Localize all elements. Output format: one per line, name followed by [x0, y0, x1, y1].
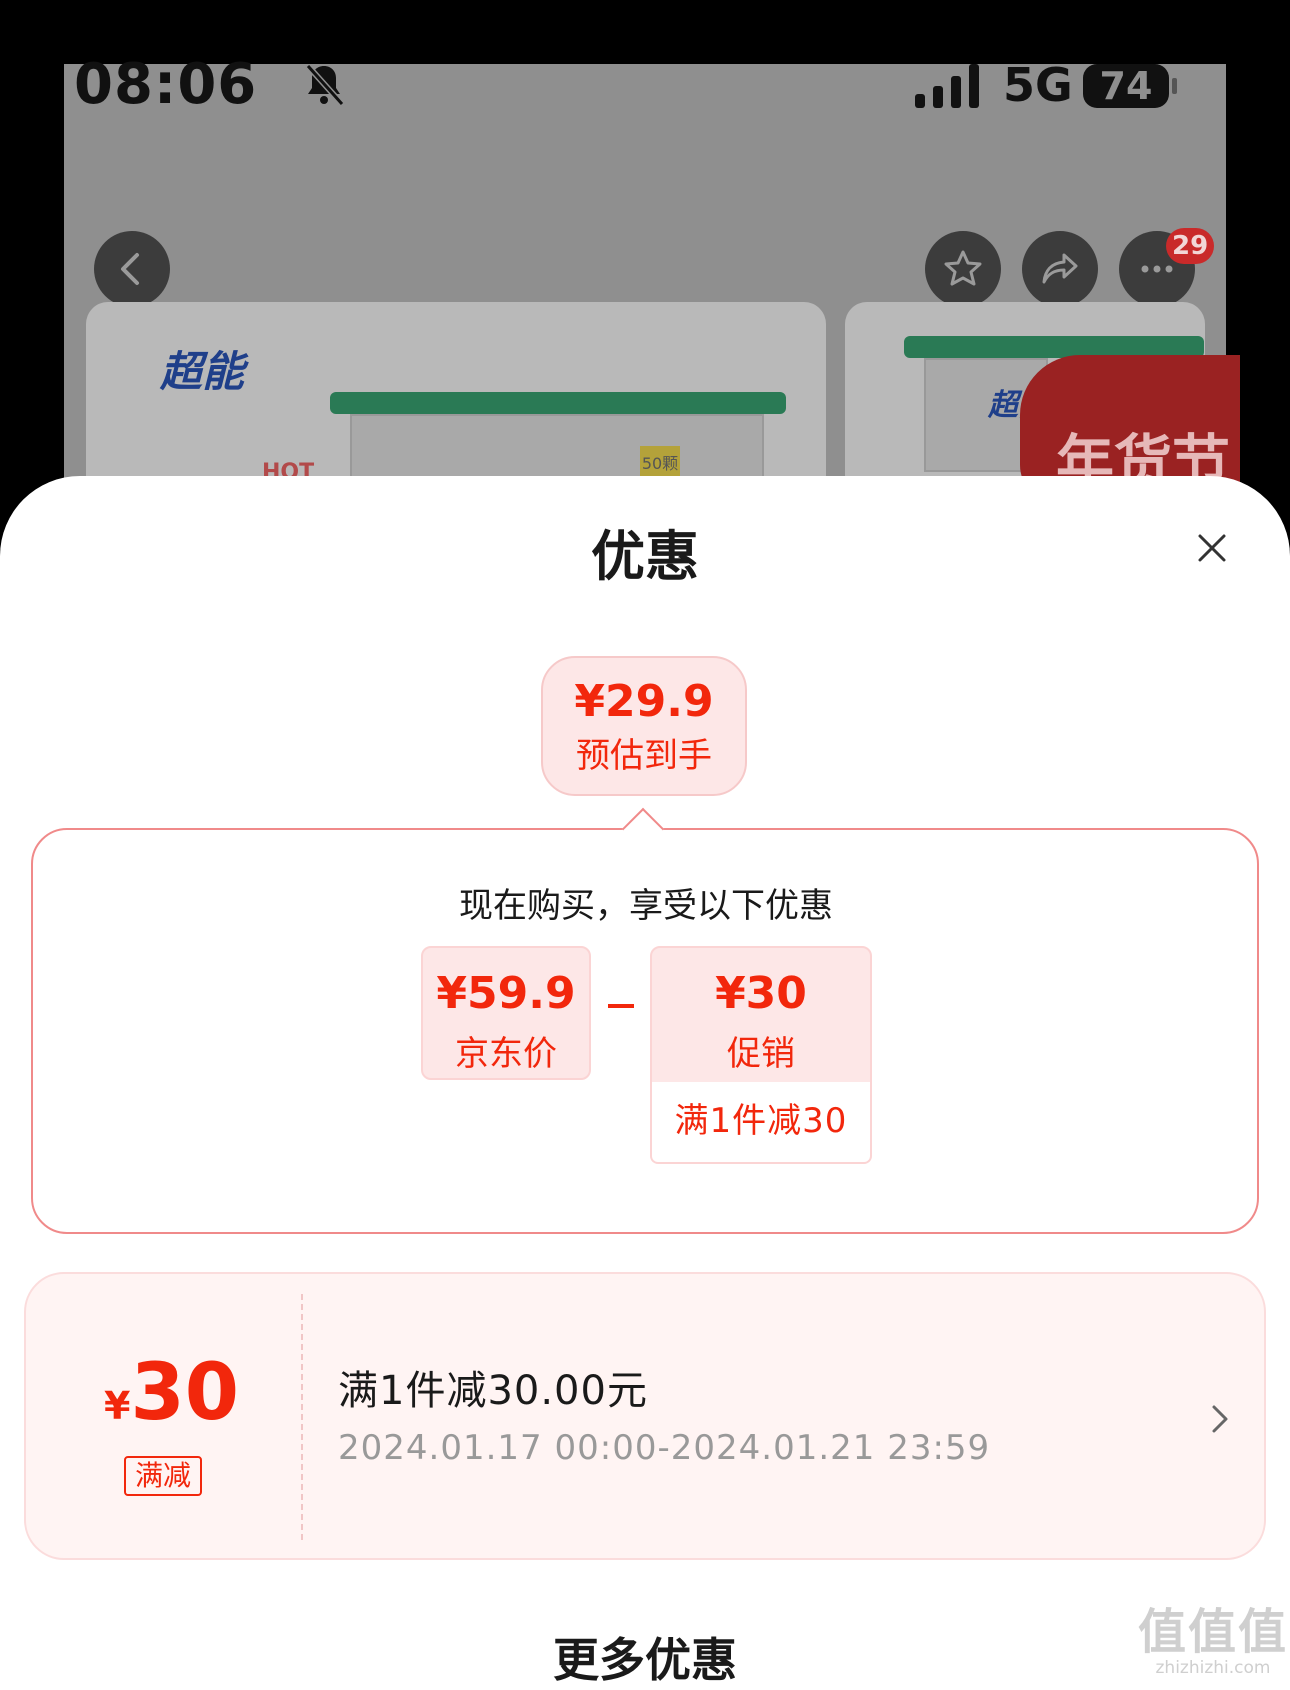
more-offers-title: 更多优惠 [553, 1633, 737, 1687]
signal-icon [915, 64, 979, 108]
network-label: 5G [1003, 58, 1073, 112]
star-icon [944, 250, 982, 286]
favorite-button[interactable] [925, 231, 1001, 307]
coupon-title: 满1件减30.00元 [338, 1368, 648, 1414]
sheet-title: 优惠 [591, 525, 699, 588]
discount-value: ¥30 [715, 968, 807, 1019]
notification-badge: 29 [1166, 228, 1215, 264]
status-time: 08:06 [74, 52, 258, 117]
jd-price-value: ¥59.9 [436, 968, 576, 1019]
watermark-url: zhizhizhi.com [1155, 1658, 1271, 1678]
coupon-value: 30 [130, 1348, 239, 1438]
brand-logo: 超能 [160, 347, 245, 396]
estimated-price-label: 预估到手 [576, 736, 712, 776]
battery-level: 74 [1099, 64, 1153, 108]
battery-tip [1172, 78, 1177, 94]
coupon-divider [301, 1294, 303, 1540]
coupon-valid-period: 2024.01.17 00:00-2024.01.21 23:59 [338, 1428, 991, 1468]
chevron-left-icon [121, 253, 139, 285]
bell-muted-icon [305, 63, 345, 107]
discount-rule: 满1件减30 [650, 1082, 872, 1164]
battery-icon: 74 [1083, 64, 1169, 108]
offers-sheet: 优惠 ¥29.9 预估到手 现在购买，享受以下优惠 ¥59.9 京东价 ¥30 … [0, 476, 1290, 1690]
back-button[interactable] [94, 231, 170, 307]
estimated-price: ¥29.9 [574, 676, 714, 727]
share-button[interactable] [1022, 231, 1098, 307]
share-icon [1042, 253, 1078, 284]
coupon-type-tag: 满减 [124, 1456, 202, 1496]
chevron-right-icon[interactable] [1206, 1402, 1234, 1436]
watermark: 值值值 zhizhizhi.com [1138, 1606, 1288, 1678]
coupon-card[interactable]: ¥30 满减 满1件减30.00元 2024.01.17 00:00-2024.… [24, 1272, 1266, 1560]
count-tag: 50颗 [640, 446, 680, 478]
watermark-logo: 值值值 [1138, 1604, 1289, 1660]
discount-tile: ¥30 促销 [650, 946, 872, 1084]
estimated-price-bubble: ¥29.9 预估到手 [541, 656, 747, 796]
discount-label: 促销 [727, 1034, 795, 1074]
promotion-intro: 现在购买，享受以下优惠 [459, 886, 833, 926]
jd-price-label: 京东价 [455, 1034, 557, 1074]
minus-sign [608, 1004, 634, 1008]
coupon-amount: ¥30 [104, 1348, 239, 1438]
jd-price-tile: ¥59.9 京东价 [421, 946, 591, 1080]
coupon-currency: ¥ [104, 1384, 131, 1428]
product-box-lid [330, 392, 786, 414]
promotion-breakdown: 现在购买，享受以下优惠 ¥59.9 京东价 ¥30 促销 满1件减30 [31, 828, 1259, 1234]
close-icon[interactable] [1197, 533, 1227, 563]
